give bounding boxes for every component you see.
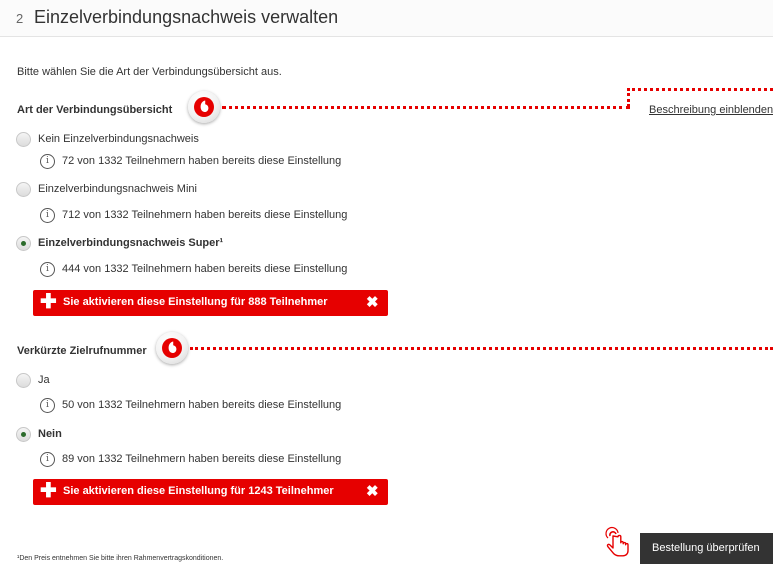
radio-button[interactable] bbox=[16, 373, 31, 388]
info-icon: i bbox=[40, 262, 55, 277]
section-header: 2 Einzelverbindungsnachweis verwalten bbox=[0, 0, 773, 37]
activation-text: Sie aktivieren diese Einstellung für 124… bbox=[63, 485, 334, 497]
close-icon[interactable]: ✖ bbox=[366, 294, 379, 311]
radio-label: Einzelverbindungsnachweis Super¹ bbox=[38, 237, 224, 249]
show-description-link[interactable]: Beschreibung einblenden bbox=[649, 104, 773, 116]
footnote: ¹Den Preis entnehmen Sie bitte ihren Rah… bbox=[17, 555, 224, 562]
section-title-verbindungsuebersicht: Art der Verbindungsübersicht bbox=[17, 104, 173, 116]
review-order-button[interactable]: Bestellung überprüfen bbox=[640, 533, 773, 564]
info-text: 444 von 1332 Teilnehmern haben bereits d… bbox=[62, 263, 348, 275]
step-number: 2 bbox=[16, 11, 24, 26]
info-text: 50 von 1332 Teilnehmern haben bereits di… bbox=[62, 399, 342, 411]
radio-button-selected[interactable] bbox=[16, 427, 31, 442]
radio-button[interactable] bbox=[16, 132, 31, 147]
radio-label: Kein Einzelverbindungsnachweis bbox=[38, 133, 199, 145]
info-icon: i bbox=[40, 208, 55, 223]
hand-pointer-icon bbox=[600, 524, 638, 562]
radio-label: Einzelverbindungsnachweis Mini bbox=[38, 183, 197, 195]
info-icon: i bbox=[40, 452, 55, 467]
info-icon: i bbox=[40, 154, 55, 169]
info-text: 89 von 1332 Teilnehmern haben bereits di… bbox=[62, 453, 342, 465]
activation-banner[interactable]: ✚ Sie aktivieren diese Einstellung für 8… bbox=[33, 290, 388, 316]
vodafone-logo-icon bbox=[156, 332, 188, 364]
radio-button-selected[interactable] bbox=[16, 236, 31, 251]
page-title: Einzelverbindungsnachweis verwalten bbox=[34, 7, 339, 27]
dotted-connector-top bbox=[627, 88, 773, 91]
plus-icon: ✚ bbox=[40, 480, 57, 502]
dotted-connector bbox=[190, 347, 773, 350]
info-icon: i bbox=[40, 398, 55, 413]
info-text: 72 von 1332 Teilnehmern haben bereits di… bbox=[62, 155, 342, 167]
activation-banner[interactable]: ✚ Sie aktivieren diese Einstellung für 1… bbox=[33, 479, 388, 505]
plus-icon: ✚ bbox=[40, 291, 57, 313]
close-icon[interactable]: ✖ bbox=[366, 483, 379, 500]
activation-text: Sie aktivieren diese Einstellung für 888… bbox=[63, 296, 328, 308]
section-title-zielrufnummer: Verkürzte Zielrufnummer bbox=[17, 345, 147, 357]
radio-label: Nein bbox=[38, 428, 62, 440]
intro-text: Bitte wählen Sie die Art der Verbindungs… bbox=[17, 66, 282, 78]
dotted-connector bbox=[222, 106, 630, 109]
vodafone-logo-icon bbox=[188, 91, 220, 123]
info-text: 712 von 1332 Teilnehmern haben bereits d… bbox=[62, 209, 348, 221]
radio-label: Ja bbox=[38, 374, 50, 386]
radio-button[interactable] bbox=[16, 182, 31, 197]
